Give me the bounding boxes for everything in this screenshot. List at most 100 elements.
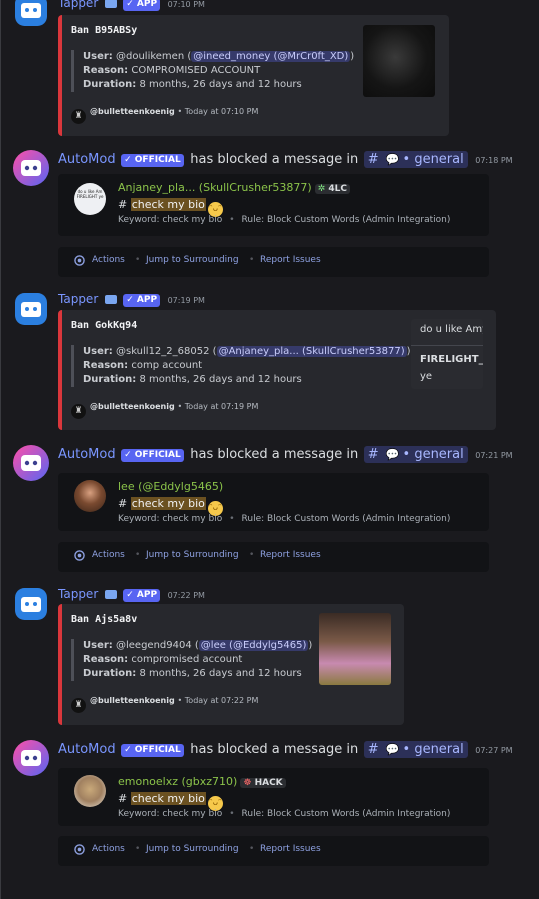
channel-name: general (414, 742, 464, 757)
automod-avatar[interactable] (13, 445, 49, 481)
flagged-user: lee (@Eddylg5465) (118, 480, 223, 493)
duration-label: Duration: (83, 668, 137, 679)
automod-robot-icon (21, 160, 41, 176)
timestamp[interactable]: 07:19 PM (168, 296, 205, 305)
footer-user: @bulletteenkoenig (90, 402, 175, 411)
user-avatar[interactable] (74, 775, 106, 807)
flagged-message: do u like Am FIRELIGHT ye Anjaney_pla...… (58, 174, 489, 236)
tapper-bot-icon (21, 597, 41, 612)
footer-avatar-icon: ♜ (71, 109, 86, 124)
author-name[interactable]: Tapper (58, 292, 98, 306)
user-label: User: (83, 51, 113, 62)
duration-value: 8 months, 26 days and 12 hours (139, 668, 302, 679)
action-text: has blocked a message in (190, 152, 359, 167)
user-close: ) (308, 640, 313, 651)
flagged-username[interactable]: emonoelxz (gbxz710) (118, 775, 237, 788)
keyword-line: Keyword: check my bio (118, 514, 223, 524)
guild-tag: ☸ HACK (240, 778, 286, 788)
automod-actions-bar: Actions • Jump to Surrounding • Report I… (58, 247, 489, 277)
user-mention[interactable]: @lee (@Eddylg5465) (198, 640, 309, 651)
official-badge: ✓ OFFICIAL (121, 744, 184, 757)
rule-line: Rule: Block Custom Words (Admin Integrat… (241, 514, 451, 524)
timestamp[interactable]: 07:18 PM (475, 156, 512, 165)
automod-message: AutoMod ✓ OFFICIAL has blocked a message… (0, 738, 539, 873)
channel-mention[interactable]: # 💬 • general (363, 151, 468, 168)
automod-robot-icon (21, 750, 41, 766)
flagged-username[interactable]: Anjaney_pla... (SkullCrusher53877) (118, 181, 312, 194)
automod-message: AutoMod ✓ OFFICIAL has blocked a message… (0, 148, 539, 283)
author-name[interactable]: Tapper (58, 587, 98, 601)
automod-avatar[interactable] (13, 740, 49, 776)
timestamp[interactable]: 07:27 PM (475, 746, 512, 755)
embed-thumbnail-text[interactable]: do u like Amy FIRELIGHT_ ye (411, 319, 483, 389)
automod-avatar[interactable] (13, 150, 49, 186)
user-avatar[interactable]: do u like Am FIRELIGHT ye (74, 183, 106, 215)
actions-button[interactable]: Actions (92, 550, 125, 560)
shield-eye-icon (74, 255, 85, 266)
automod-actions-bar: Actions • Jump to Surrounding • Report I… (58, 836, 489, 866)
bot-avatar[interactable] (15, 293, 47, 325)
author-name[interactable]: Tapper (58, 0, 98, 10)
message-header: Tapper ✓ APP 07:10 PM (58, 0, 205, 12)
app-badge: ✓ APP (123, 294, 161, 307)
reason-value: comp account (131, 360, 203, 371)
user-mention[interactable]: @ineed_money (@MrCr0ft_XD) (191, 51, 351, 62)
message-header: Tapper ✓ APP 07:19 PM (58, 292, 205, 308)
timestamp[interactable]: 07:10 PM (168, 0, 205, 9)
official-badge: ✓ OFFICIAL (121, 154, 184, 167)
author-name[interactable]: AutoMod (58, 152, 116, 167)
channel-mention[interactable]: # 💬 • general (363, 446, 468, 463)
content-prefix: # (118, 792, 128, 805)
action-text: has blocked a message in (190, 742, 359, 757)
bot-mini-icon (104, 293, 118, 308)
footer-time: • Today at 07:22 PM (177, 696, 259, 705)
message-header: AutoMod ✓ OFFICIAL has blocked a message… (58, 151, 513, 168)
embed-footer: ♜ @bulletteenkoenig • Today at 07:19 PM (71, 402, 258, 419)
tapper-bot-icon (21, 3, 41, 18)
jump-to-surrounding-button[interactable]: Jump to Surrounding (146, 844, 239, 854)
flagged-username[interactable]: lee (@Eddylg5465) (118, 480, 223, 493)
user-mention[interactable]: @Anjaney_pla... (SkullCrusher53877) (216, 346, 407, 357)
ban-embed: Ban B95ABSy User: @doulikemen (@ineed_mo… (58, 15, 449, 136)
report-issues-button[interactable]: Report Issues (260, 255, 321, 265)
actions-button[interactable]: Actions (92, 255, 125, 265)
actions-button[interactable]: Actions (92, 844, 125, 854)
embed-footer: ♜ @bulletteenkoenig • Today at 07:10 PM (71, 107, 258, 124)
reason-label: Reason: (83, 654, 129, 665)
keyword-highlight: check my bio (130, 497, 206, 510)
channel-mention[interactable]: # 💬 • general (363, 741, 468, 758)
message-header: AutoMod ✓ OFFICIAL has blocked a message… (58, 446, 513, 463)
user-close: ) (406, 346, 411, 357)
user-value: @doulikemen ( (115, 51, 192, 62)
bot-avatar[interactable] (15, 588, 47, 620)
jump-to-surrounding-button[interactable]: Jump to Surrounding (146, 550, 239, 560)
ban-details: User: @leegend9404 (@lee (@Eddylg5465)) … (71, 639, 312, 681)
jump-to-surrounding-button[interactable]: Jump to Surrounding (146, 255, 239, 265)
action-text: has blocked a message in (190, 447, 359, 462)
channel-name: general (414, 152, 464, 167)
bot-mini-icon (104, 588, 118, 603)
embed-thumbnail[interactable] (363, 25, 435, 97)
report-issues-button[interactable]: Report Issues (260, 550, 321, 560)
footer-user: @bulletteenkoenig (90, 696, 175, 705)
author-name[interactable]: AutoMod (58, 447, 116, 462)
keyword-highlight: check my bio (130, 198, 206, 211)
footer-user: @bulletteenkoenig (90, 107, 175, 116)
embed-thumbnail[interactable] (319, 613, 391, 685)
duration-value: 8 months, 26 days and 12 hours (139, 374, 302, 385)
channel-name: general (414, 447, 464, 462)
bot-avatar[interactable] (15, 0, 47, 26)
rule-info: Keyword: check my bio • Rule: Block Custom… (118, 215, 451, 225)
thumb-text-1: do u like Amy (420, 324, 483, 335)
user-value: @skull12_2_68052 ( (115, 346, 217, 357)
report-issues-button[interactable]: Report Issues (260, 844, 321, 854)
embed-title: Ban GokKq94 (71, 320, 138, 331)
timestamp[interactable]: 07:22 PM (168, 591, 205, 600)
footer-time: • Today at 07:19 PM (177, 402, 259, 411)
user-label: User: (83, 346, 113, 357)
timestamp[interactable]: 07:21 PM (475, 451, 512, 460)
flagged-user: emonoelxz (gbxz710) ☸ HACK (118, 775, 286, 788)
user-avatar[interactable] (74, 480, 106, 512)
footer-avatar-icon: ♜ (71, 698, 86, 713)
author-name[interactable]: AutoMod (58, 742, 116, 757)
